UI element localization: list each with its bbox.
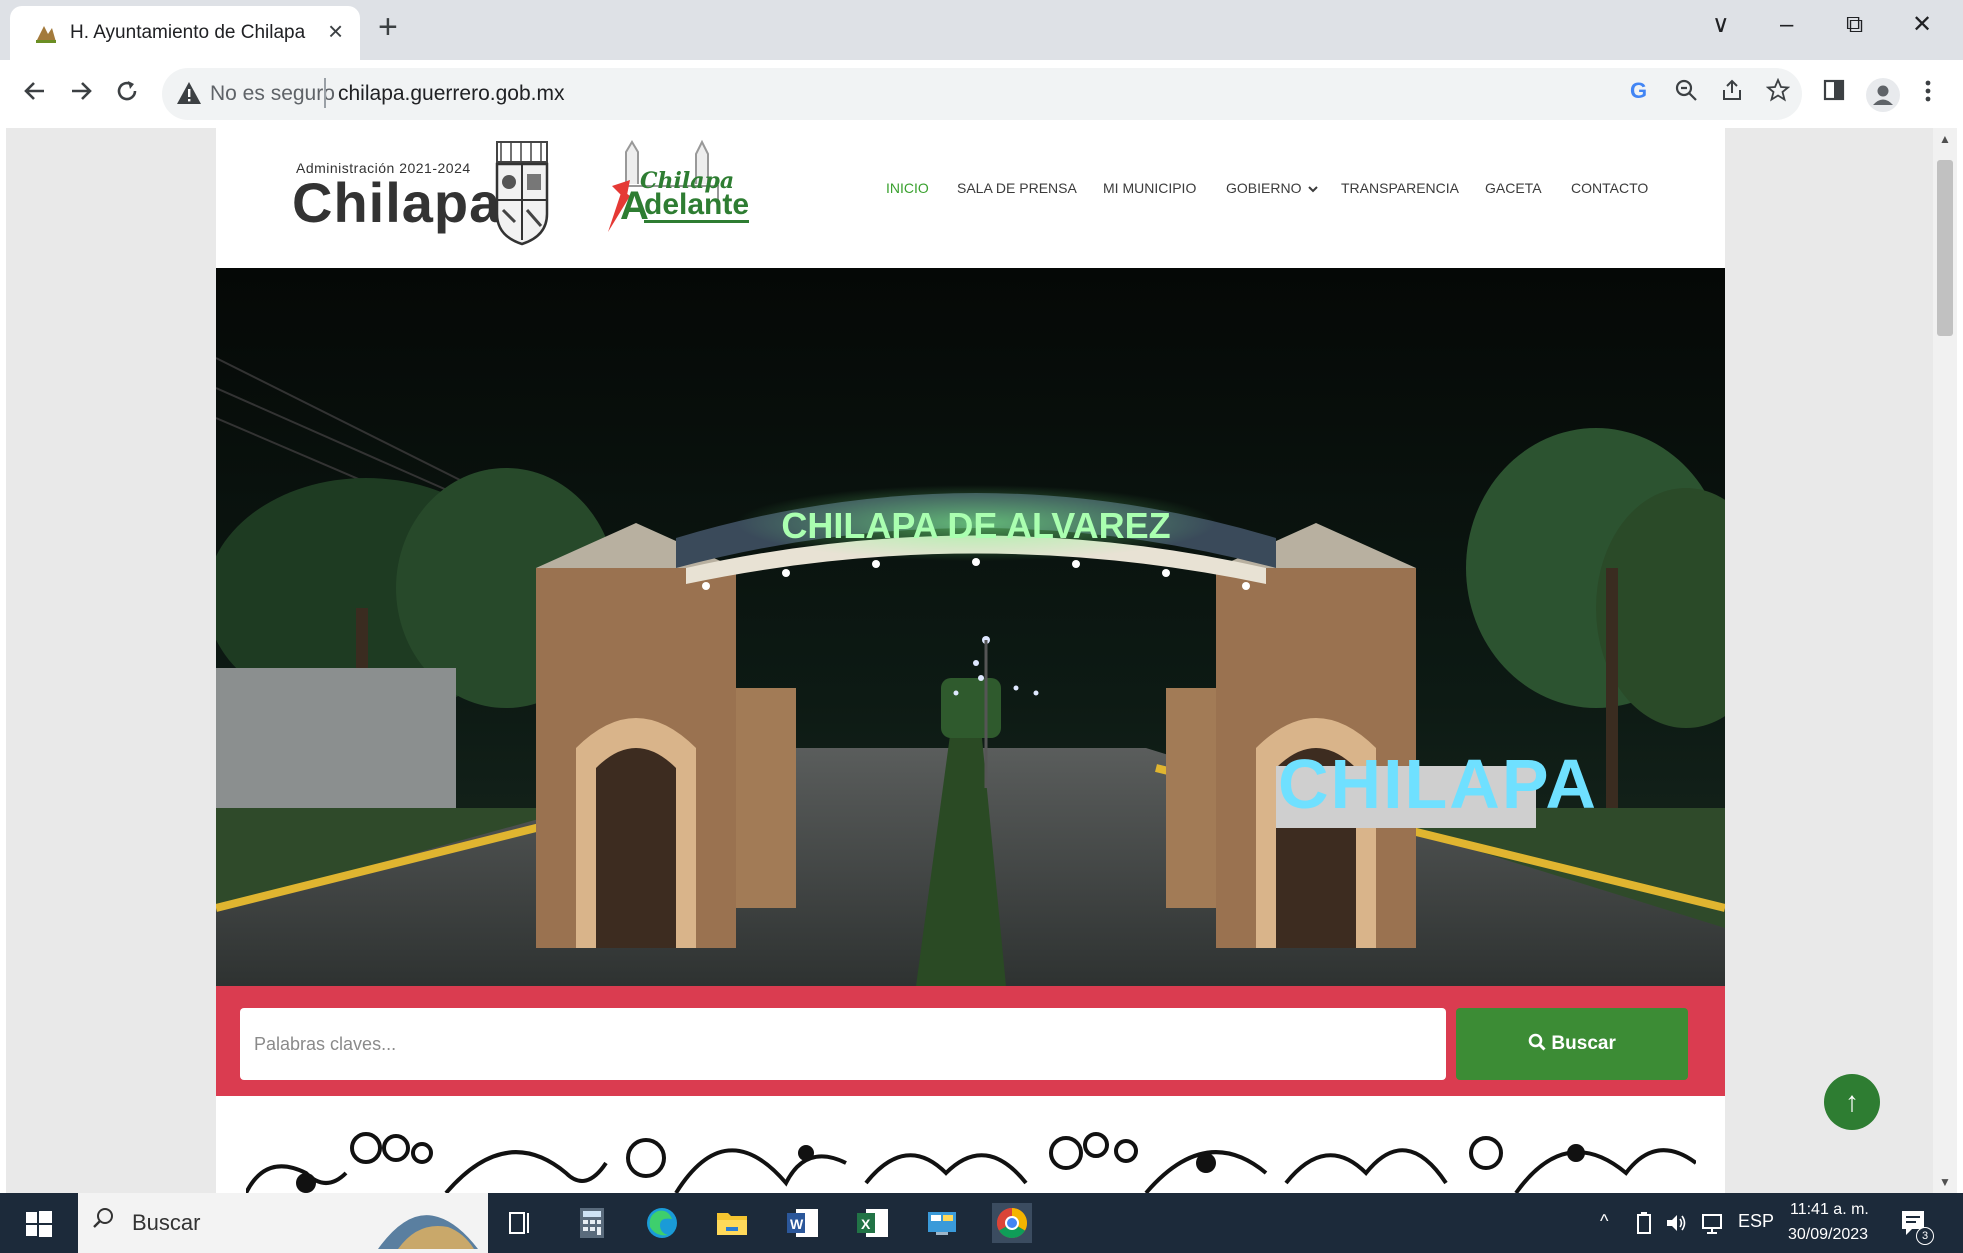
- tab-close-icon[interactable]: ×: [328, 18, 343, 44]
- decorative-ornament: [246, 1132, 1696, 1193]
- show-hidden-icons-icon[interactable]: ^: [1600, 1211, 1608, 1232]
- google-lens-icon[interactable]: G: [1628, 78, 1652, 102]
- excel-icon[interactable]: X: [852, 1203, 892, 1243]
- calculator-icon[interactable]: [572, 1203, 612, 1243]
- person-icon: [1873, 85, 1893, 105]
- page-viewport: Administración 2021-2024 Chilapa Chilapa: [6, 128, 1933, 1193]
- volume-icon[interactable]: [1664, 1211, 1688, 1235]
- hero-image: CHILAPA DE ALVAREZ CHILAPA: [216, 268, 1725, 986]
- nav-gaceta[interactable]: GACETA: [1485, 180, 1542, 196]
- tab-title: H. Ayuntamiento de Chilapa de: [70, 22, 310, 43]
- clock-time[interactable]: 11:41 a. m.: [1790, 1201, 1869, 1219]
- windows-start-icon[interactable]: [26, 1211, 52, 1237]
- url-separator: [324, 78, 326, 108]
- edge-icon[interactable]: [642, 1203, 682, 1243]
- letters-sign-text: CHILAPA: [1278, 745, 1598, 823]
- chevron-down-icon: [1308, 186, 1319, 193]
- scrollbar-thumb[interactable]: [1937, 160, 1953, 336]
- browser-toolbar: No es seguro chilapa.guerrero.gob.mx G: [0, 60, 1963, 128]
- hero-scene: CHILAPA DE ALVAREZ CHILAPA: [216, 268, 1725, 986]
- keyword-search-input[interactable]: [240, 1008, 1446, 1080]
- back-to-top-button[interactable]: ↑: [1824, 1074, 1880, 1130]
- search-button[interactable]: Buscar: [1456, 1008, 1688, 1080]
- windows-taskbar: Buscar W X ^ ESP 11:41 a. m. 30/09/2023 …: [0, 1193, 1963, 1253]
- share-icon[interactable]: [1720, 78, 1744, 102]
- search-section: Buscar: [216, 986, 1725, 1096]
- warning-icon[interactable]: [176, 80, 202, 106]
- new-tab-button[interactable]: +: [378, 10, 398, 44]
- nav-transparencia[interactable]: TRANSPARENCIA: [1341, 180, 1459, 196]
- tab-strip: H. Ayuntamiento de Chilapa de × + ∨ – ⧉ …: [0, 0, 1963, 60]
- side-panel-icon[interactable]: [1822, 78, 1846, 102]
- address-bar[interactable]: No es seguro chilapa.guerrero.gob.mx: [162, 68, 1802, 120]
- search-icon: [93, 1208, 113, 1228]
- control-panel-icon[interactable]: [922, 1203, 962, 1243]
- bookmark-star-icon[interactable]: [1766, 78, 1790, 102]
- scroll-down-icon[interactable]: ▼: [1939, 1175, 1951, 1189]
- forward-icon[interactable]: [68, 78, 94, 104]
- favicon-icon: [36, 26, 56, 43]
- adelante-logo-text: Chilapa A delante: [620, 168, 750, 228]
- word-icon[interactable]: W: [782, 1203, 822, 1243]
- taskbar-search-box[interactable]: Buscar: [78, 1193, 488, 1253]
- file-explorer-icon[interactable]: [712, 1203, 752, 1243]
- taskbar-search-text: Buscar: [132, 1210, 201, 1235]
- adelante-bottom-word: delante: [644, 188, 750, 223]
- chilapa-logo[interactable]: Chilapa: [292, 170, 501, 235]
- zoom-icon[interactable]: [1674, 78, 1698, 102]
- nav-gobierno[interactable]: GOBIERNO: [1226, 180, 1319, 196]
- chrome-icon[interactable]: [992, 1203, 1032, 1243]
- vertical-scrollbar[interactable]: ▲ ▼: [1933, 128, 1957, 1193]
- security-label[interactable]: No es seguro: [210, 82, 335, 106]
- battery-icon[interactable]: [1634, 1211, 1654, 1235]
- search-highlight-icon: [378, 1215, 478, 1249]
- chilapa-letters-sign: CHILAPA: [1278, 745, 1598, 823]
- network-icon[interactable]: [1700, 1211, 1724, 1235]
- close-window-icon[interactable]: ✕: [1912, 10, 1932, 40]
- search-button-label: Buscar: [1551, 1033, 1616, 1054]
- coat-of-arms-icon: [495, 141, 549, 246]
- notification-count-badge: 3: [1916, 1227, 1934, 1245]
- task-view-icon[interactable]: [500, 1203, 540, 1243]
- menu-dots-icon[interactable]: [1922, 78, 1934, 104]
- clock-date[interactable]: 30/09/2023: [1788, 1226, 1868, 1244]
- nav-inicio[interactable]: INICIO: [886, 180, 929, 196]
- svg-text:W: W: [790, 1216, 804, 1232]
- nav-mi-municipio[interactable]: MI MUNICIPIO: [1103, 180, 1196, 196]
- scroll-up-icon[interactable]: ▲: [1939, 132, 1951, 146]
- url-text[interactable]: chilapa.guerrero.gob.mx: [338, 82, 564, 106]
- nav-sala-de-prensa[interactable]: SALA DE PRENSA: [957, 180, 1077, 196]
- back-icon[interactable]: [22, 78, 48, 104]
- browser-tab[interactable]: H. Ayuntamiento de Chilapa de ×: [10, 6, 360, 60]
- minimize-icon[interactable]: –: [1780, 10, 1793, 40]
- restore-icon[interactable]: ⧉: [1846, 10, 1863, 40]
- nav-gobierno-label: GOBIERNO: [1226, 180, 1302, 196]
- nav-contacto[interactable]: CONTACTO: [1571, 180, 1648, 196]
- website: Administración 2021-2024 Chilapa Chilapa: [216, 128, 1725, 1193]
- profile-avatar-icon[interactable]: [1866, 78, 1900, 112]
- reload-icon[interactable]: [114, 78, 140, 104]
- arch-sign-text: CHILAPA DE ALVAREZ: [781, 505, 1170, 546]
- site-header: Administración 2021-2024 Chilapa Chilapa: [216, 128, 1725, 268]
- search-icon: [1528, 1033, 1546, 1051]
- tab-search-icon[interactable]: ∨: [1712, 10, 1730, 40]
- language-indicator[interactable]: ESP: [1738, 1211, 1774, 1232]
- svg-text:X: X: [861, 1216, 871, 1232]
- svg-text:G: G: [1630, 78, 1647, 102]
